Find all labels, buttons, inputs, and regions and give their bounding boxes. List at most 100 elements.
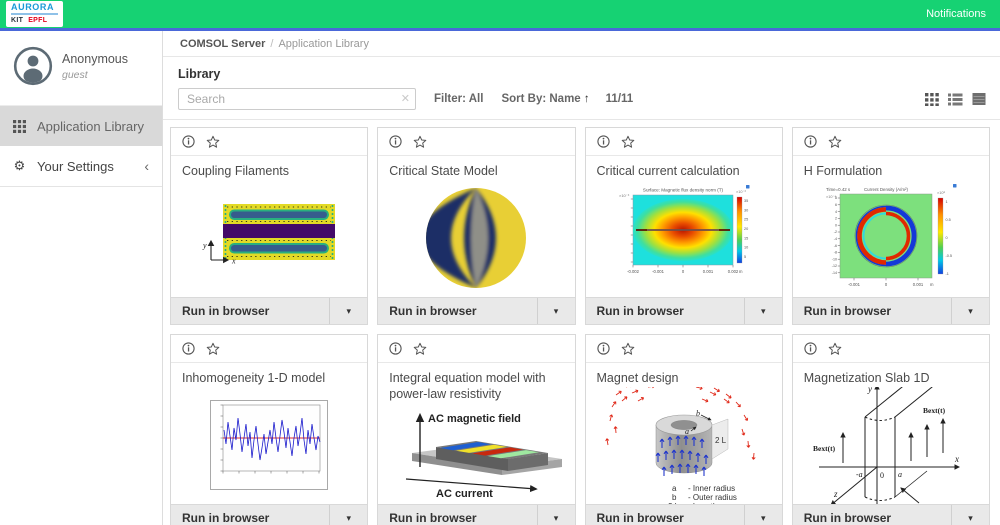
page-title: Library — [178, 67, 990, 81]
card-title: Inhomogeneity 1-D model — [171, 363, 367, 387]
run-in-browser-button[interactable]: Run in browser ▾ — [378, 504, 574, 525]
svg-text:0.001: 0.001 — [913, 282, 924, 287]
info-icon[interactable] — [182, 135, 195, 148]
svg-text:y: y — [202, 241, 207, 250]
sidebar-item-label: Application Library — [37, 119, 144, 134]
info-icon[interactable] — [389, 342, 402, 355]
avatar — [13, 46, 53, 86]
svg-text:35: 35 — [744, 199, 748, 203]
svg-text:Surface: Magnetic flux density: Surface: Magnetic flux density norm (T) — [643, 188, 724, 193]
info-icon[interactable] — [597, 135, 610, 148]
svg-text:1: 1 — [945, 200, 947, 204]
star-icon[interactable] — [828, 342, 842, 356]
run-options-dropdown[interactable]: ▾ — [951, 505, 989, 525]
list-view-icon[interactable] — [948, 92, 963, 106]
app-card-magnetization-slab-1d[interactable]: Magnetization Slab 1D — [792, 334, 990, 525]
info-icon[interactable] — [804, 135, 817, 148]
grid-icon — [13, 120, 26, 133]
svg-text:-12: -12 — [832, 265, 837, 269]
sort-control[interactable]: Sort By: Name ↑ — [501, 93, 589, 105]
svg-text:- Inner radius: - Inner radius — [688, 484, 735, 493]
clear-search-icon[interactable]: ✕ — [401, 92, 410, 105]
star-icon[interactable] — [206, 135, 220, 149]
caret-down-icon: ▾ — [346, 306, 351, 317]
star-icon[interactable] — [621, 342, 635, 356]
svg-text:0: 0 — [885, 282, 888, 287]
app-card-integral-equation-model[interactable]: Integral equation model with power-law r… — [377, 334, 575, 525]
star-icon[interactable] — [413, 135, 427, 149]
notifications-button[interactable]: Notifications — [926, 8, 986, 20]
aurora-logo-subtitle — [11, 13, 58, 15]
user-name: Anonymous — [62, 52, 128, 66]
app-card-inhomogeneity-1d-model[interactable]: Inhomogeneity 1-D model — [170, 334, 368, 525]
app-card-h-formulation[interactable]: H Formulation Time=0.42 s Current Densit… — [792, 127, 990, 325]
svg-text:x: x — [954, 454, 959, 464]
svg-text:AC current: AC current — [436, 488, 493, 499]
svg-text:×10⁸: ×10⁸ — [937, 191, 945, 195]
svg-text:6: 6 — [835, 203, 837, 207]
user-role: guest — [62, 69, 128, 81]
sidebar-item-application-library[interactable]: Application Library — [0, 106, 162, 146]
app-card-critical-state-model[interactable]: Critical State Model — [377, 127, 575, 325]
info-icon[interactable] — [597, 342, 610, 355]
run-in-browser-button[interactable]: Run in browser ▾ — [378, 297, 574, 324]
app-card-magnet-design[interactable]: Magnet design — [585, 334, 783, 525]
svg-text:Current Density (A/m²): Current Density (A/m²) — [864, 187, 908, 192]
run-in-browser-button[interactable]: Run in browser ▾ — [586, 504, 782, 525]
card-thumbnail: Surface: Magnetic flux density norm (T) … — [586, 180, 782, 297]
svg-text:AC magnetic field: AC magnetic field — [428, 413, 521, 425]
svg-text:0.002: 0.002 — [727, 269, 738, 274]
star-icon[interactable] — [828, 135, 842, 149]
svg-text:0: 0 — [880, 471, 884, 480]
svg-text:y: y — [867, 387, 872, 395]
run-options-dropdown[interactable]: ▾ — [329, 298, 367, 324]
svg-text:m: m — [739, 269, 743, 274]
run-options-dropdown[interactable]: ▾ — [744, 298, 782, 324]
svg-text:25: 25 — [744, 218, 748, 222]
breadcrumb-current: Application Library — [278, 38, 369, 50]
magnet-design-figure: b a 2 L a- Inner radius b- Outer radius … — [604, 387, 764, 504]
info-icon[interactable] — [389, 135, 402, 148]
run-options-dropdown[interactable]: ▾ — [537, 298, 575, 324]
svg-text:a: a — [672, 484, 677, 493]
run-options-dropdown[interactable]: ▾ — [951, 298, 989, 324]
caret-down-icon: ▾ — [554, 306, 559, 317]
grid-view-icon[interactable] — [925, 92, 939, 106]
run-in-browser-button[interactable]: Run in browser ▾ — [171, 297, 367, 324]
sidebar-item-your-settings[interactable]: ⚙ Your Settings ‹ — [0, 146, 162, 187]
breadcrumb: COMSOL Server / Application Library — [163, 31, 1000, 57]
star-icon[interactable] — [413, 342, 427, 356]
star-icon[interactable] — [206, 342, 220, 356]
sort-direction-icon: ↑ — [584, 93, 590, 105]
run-in-browser-button[interactable]: Run in browser ▾ — [793, 297, 989, 324]
aurora-logo[interactable]: AURORA KITEPFL — [6, 1, 63, 28]
magnetization-slab-figure: y x z -a 0 a Bext(t) Bext(t) HTS slab — [811, 387, 971, 504]
info-icon[interactable] — [804, 342, 817, 355]
sidebar: Anonymous guest Application Library ⚙ Yo… — [0, 31, 163, 525]
app-card-critical-current-calculation[interactable]: Critical current calculation — [585, 127, 783, 325]
run-in-browser-button[interactable]: Run in browser ▾ — [586, 297, 782, 324]
toolbar-divider — [163, 119, 1000, 120]
run-options-dropdown[interactable]: ▾ — [329, 505, 367, 525]
collapse-chevron-icon[interactable]: ‹ — [144, 159, 149, 173]
svg-text:2: 2 — [835, 217, 837, 221]
run-in-browser-button[interactable]: Run in browser ▾ — [171, 504, 367, 525]
info-icon[interactable] — [182, 342, 195, 355]
run-in-browser-button[interactable]: Run in browser ▾ — [793, 504, 989, 525]
svg-text:z: z — [833, 489, 838, 499]
run-options-dropdown[interactable]: ▾ — [537, 505, 575, 525]
svg-text:2 L: 2 L — [715, 436, 727, 445]
run-options-dropdown[interactable]: ▾ — [744, 505, 782, 525]
caret-down-icon: ▾ — [968, 513, 973, 524]
svg-text:10: 10 — [744, 246, 748, 250]
search-input[interactable] — [178, 88, 416, 110]
app-card-grid: Coupling Filaments — [170, 127, 990, 525]
app-card-coupling-filaments[interactable]: Coupling Filaments — [170, 127, 368, 325]
breadcrumb-root[interactable]: COMSOL Server — [180, 38, 265, 50]
svg-text:0: 0 — [945, 236, 947, 240]
user-panel: Anonymous guest — [0, 31, 162, 99]
filter-control[interactable]: Filter: All — [434, 93, 483, 105]
star-icon[interactable] — [621, 135, 635, 149]
compact-view-icon[interactable] — [972, 92, 986, 106]
svg-text:15: 15 — [744, 237, 748, 241]
